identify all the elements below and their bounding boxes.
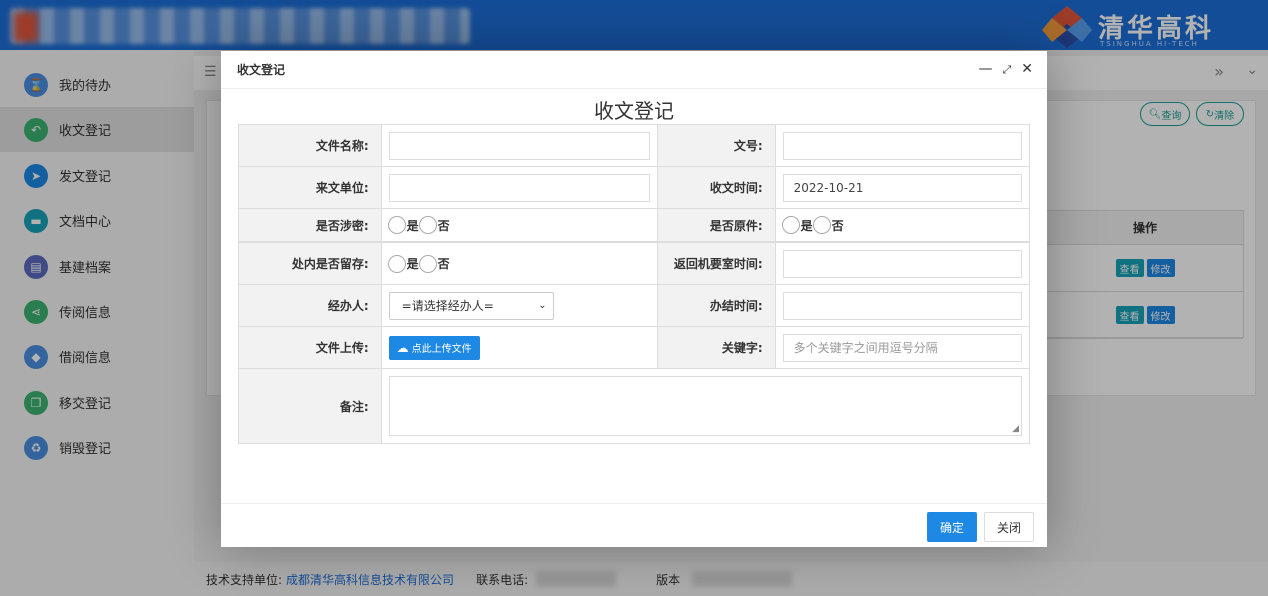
registration-form: 文件名称: 文号: 来文单位: 收文时间: 2022-10-21 是否涉密: 是… — [238, 124, 1030, 444]
form-row: 文件名称: 文号: — [239, 125, 1029, 167]
doc-name-label: 文件名称: — [239, 125, 382, 166]
secret-no-radio[interactable] — [418, 216, 437, 234]
form-row: 来文单位: 收文时间: 2022-10-21 — [239, 167, 1029, 209]
form-title: 收文登记 — [594, 99, 674, 123]
form-row: 是否涉密: 是 否 是否原件: 是 否 — [239, 209, 1029, 243]
handler-label: 经办人: — [239, 285, 382, 326]
secret-label: 是否涉密: — [239, 209, 382, 241]
secret-yes-radio[interactable] — [387, 216, 406, 234]
remark-label: 备注: — [239, 369, 382, 443]
handler-select[interactable]: =请选择经办人= ⌄ — [388, 291, 554, 320]
upload-label: 文件上传: — [239, 327, 382, 368]
dialog-controls: — ⤢ ✕ — [978, 61, 1033, 77]
maximize-icon[interactable]: ⤢ — [1002, 63, 1011, 77]
recv-time-input[interactable]: 2022-10-21 — [782, 173, 1022, 202]
close-button[interactable]: 关闭 — [984, 512, 1034, 542]
doc-no-input[interactable] — [782, 131, 1022, 160]
chevron-down-icon: ⌄ — [538, 300, 547, 311]
form-row: 经办人: =请选择经办人= ⌄ 办结时间: — [239, 285, 1029, 327]
return-time-input[interactable] — [782, 249, 1022, 278]
original-yes-radio[interactable] — [781, 216, 800, 234]
dialog-title: 收文登记 — [221, 51, 1047, 89]
return-time-label: 返回机要室时间: — [657, 243, 776, 284]
keyword-input[interactable]: 多个关键字之间用逗号分隔 — [782, 333, 1022, 362]
form-row: 文件上传: ☁ 点此上传文件 关键字: 多个关键字之间用逗号分隔 — [239, 327, 1029, 369]
upload-file-button[interactable]: ☁ 点此上传文件 — [388, 335, 480, 360]
keyword-label: 关键字: — [657, 327, 776, 368]
doc-name-input[interactable] — [388, 131, 650, 160]
finish-time-label: 办结时间: — [657, 285, 776, 326]
recv-time-label: 收文时间: — [657, 167, 776, 208]
form-row: 处内是否留存: 是 否 返回机要室时间: — [239, 243, 1029, 285]
confirm-button[interactable]: 确定 — [927, 512, 977, 542]
resize-grip-icon[interactable]: ◢ — [1012, 424, 1019, 434]
retain-no-radio[interactable] — [418, 254, 437, 273]
finish-time-input[interactable] — [782, 291, 1022, 320]
dialog-body: 收文登记 文件名称: 文号: 来文单位: 收文时间: 2022-10-21 是否… — [221, 89, 1047, 503]
retain-yes-radio[interactable] — [387, 254, 406, 273]
form-row: 备注: ◢ — [239, 369, 1029, 443]
original-no-radio[interactable] — [812, 216, 831, 234]
cloud-upload-icon: ☁ — [396, 340, 409, 355]
remark-textarea[interactable]: ◢ — [388, 376, 1022, 436]
from-unit-label: 来文单位: — [239, 167, 382, 208]
minimize-icon[interactable]: — — [978, 61, 992, 77]
dialog-footer: 确定 关闭 — [221, 503, 1047, 547]
from-unit-input[interactable] — [388, 173, 650, 202]
retain-label: 处内是否留存: — [239, 243, 382, 284]
receive-registration-dialog: 收文登记 — ⤢ ✕ 收文登记 文件名称: 文号: 来文单位: 收文时间: 20… — [221, 51, 1047, 547]
doc-no-label: 文号: — [657, 125, 776, 166]
close-icon[interactable]: ✕ — [1021, 61, 1033, 77]
original-label: 是否原件: — [657, 209, 776, 241]
